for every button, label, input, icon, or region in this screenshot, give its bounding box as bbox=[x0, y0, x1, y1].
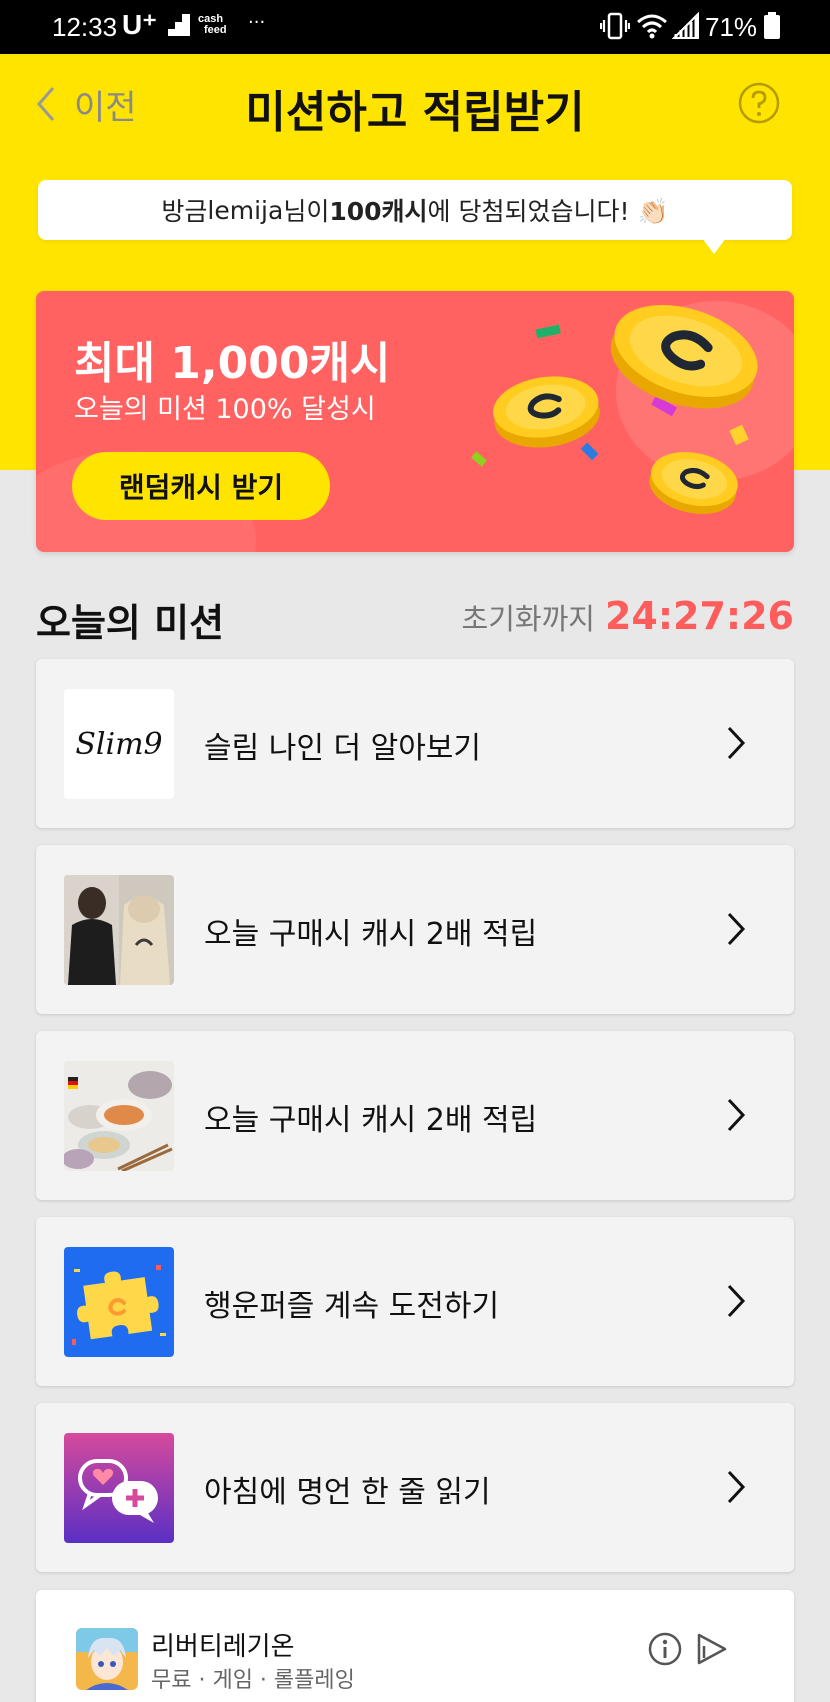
adchoices-play-icon[interactable] bbox=[694, 1632, 728, 1666]
chevron-right-icon bbox=[727, 726, 746, 760]
reset-label: 초기화까지 bbox=[461, 602, 595, 636]
chevron-right-icon bbox=[727, 1470, 746, 1504]
slim9-logo: Slim9 bbox=[64, 689, 174, 799]
notice-user: lemija bbox=[207, 195, 284, 225]
mission-item[interactable]: 행운퍼즐 계속 도전하기 bbox=[36, 1217, 794, 1386]
chevron-right-icon bbox=[727, 1098, 746, 1132]
wifi-icon bbox=[636, 12, 668, 44]
ad-title: 리버티레기온 bbox=[151, 1632, 295, 1662]
status-bar: 12:33 U⁺ cash feed ··· 71% bbox=[0, 0, 830, 54]
max-cash-banner[interactable]: 최대 1,000캐시 오늘의 미션 100% 달성시 랜덤캐시 받기 bbox=[36, 291, 794, 552]
question-circle-icon bbox=[738, 82, 780, 124]
mission-label: 오늘 구매시 캐시 2배 적립 bbox=[204, 917, 538, 952]
notice-tail bbox=[702, 238, 726, 254]
mission-item[interactable]: 오늘 구매시 캐시 2배 적립 bbox=[36, 845, 794, 1014]
ad-card[interactable]: 리버티레기온 무료 · 게임 · 롤플레잉 bbox=[36, 1590, 794, 1702]
battery-percent: 71% bbox=[705, 12, 758, 42]
ad-meta: 무료 · 게임 · 롤플레잉 bbox=[151, 1668, 355, 1693]
notice-middle: 님이 bbox=[283, 197, 330, 226]
chevron-right-icon bbox=[727, 1284, 746, 1318]
mission-label: 슬림 나인 더 알아보기 bbox=[204, 731, 482, 766]
help-button[interactable] bbox=[738, 82, 780, 128]
missions-title: 오늘의 미션 bbox=[36, 601, 225, 645]
info-icon[interactable] bbox=[648, 1632, 682, 1666]
battery-icon bbox=[763, 12, 781, 44]
hoodie-product-thumb bbox=[64, 875, 174, 985]
mission-item[interactable]: Slim9 슬림 나인 더 알아보기 bbox=[36, 659, 794, 828]
mission-item[interactable]: 아침에 명언 한 줄 읽기 bbox=[36, 1403, 794, 1572]
notice-amount: 100캐시 bbox=[329, 197, 428, 226]
banner-title: 최대 1,000캐시 bbox=[74, 338, 391, 389]
reset-countdown: 24:27:26 bbox=[604, 594, 794, 638]
data-indicator-icon bbox=[168, 14, 190, 40]
slim9-logo-text: Slim9 bbox=[75, 726, 163, 762]
chat-bubble-heart-icon bbox=[64, 1433, 174, 1543]
game-thumbnail bbox=[76, 1628, 138, 1690]
page-title: 미션하고 적립받기 bbox=[245, 87, 585, 138]
mission-label: 오늘 구매시 캐시 2배 적립 bbox=[204, 1103, 538, 1138]
random-cash-button[interactable]: 랜덤캐시 받기 bbox=[72, 452, 330, 520]
mission-item[interactable]: 오늘 구매시 캐시 2배 적립 bbox=[36, 1031, 794, 1200]
banner-subtitle: 오늘의 미션 100% 달성시 bbox=[74, 394, 376, 425]
mission-label: 아침에 명언 한 줄 읽기 bbox=[204, 1475, 491, 1510]
carrier-label: U⁺ bbox=[122, 9, 157, 40]
reset-timer: 초기화까지 24:27:26 bbox=[462, 594, 794, 638]
more-notifications-icon: ··· bbox=[248, 12, 266, 33]
notice-suffix: 에 당첨되었습니다! 👏🏻 bbox=[427, 197, 669, 226]
coins-illustration bbox=[471, 304, 758, 514]
mission-label: 행운퍼즐 계속 도전하기 bbox=[204, 1289, 500, 1324]
cashfeed-line2: feed bbox=[204, 24, 227, 36]
status-time: 12:33 bbox=[52, 12, 118, 42]
puzzle-icon bbox=[64, 1247, 174, 1357]
vibrate-icon bbox=[599, 12, 631, 44]
cashfeed-notification-icon: cash feed bbox=[198, 14, 227, 36]
chevron-right-icon bbox=[727, 912, 746, 946]
dish-set-product-thumb bbox=[64, 1061, 174, 1171]
notice-prefix: 방금 bbox=[161, 197, 208, 226]
winner-notice: 방금 lemija 님이 100캐시 에 당첨되었습니다! 👏🏻 bbox=[38, 180, 792, 240]
signal-icon bbox=[671, 11, 700, 44]
